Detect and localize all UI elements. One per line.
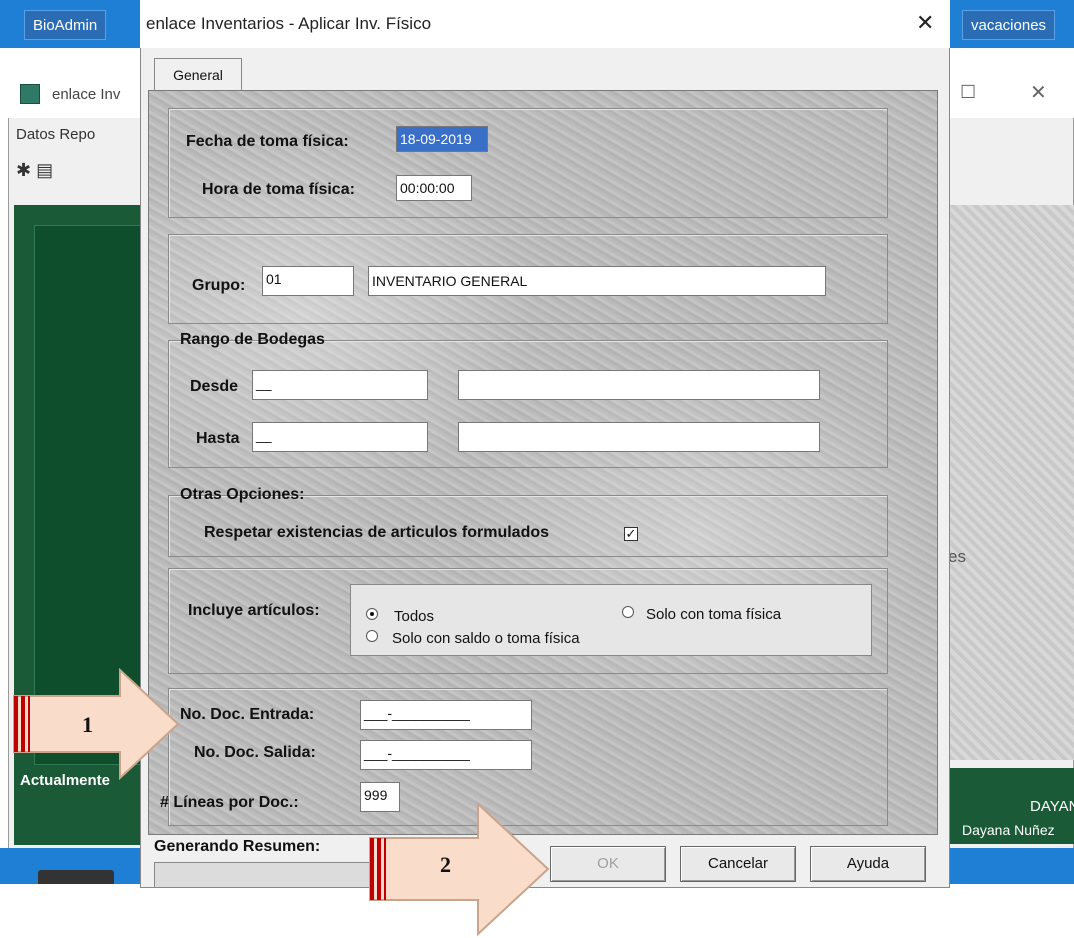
radio-solo-toma[interactable] — [622, 606, 634, 618]
hora-label: Hora de toma física: — [202, 181, 355, 198]
ok-button[interactable]: OK — [550, 846, 666, 882]
desde-input[interactable]: __ — [252, 370, 428, 400]
radio-saldo-toma-label[interactable]: Solo con saldo o toma física — [392, 630, 580, 647]
callout-arrow-1 — [13, 668, 180, 780]
grupo-label: Grupo: — [192, 277, 246, 294]
background-menu-bar[interactable]: Datos Repo — [16, 126, 95, 143]
radio-saldo-toma[interactable] — [366, 630, 378, 642]
desde-label: Desde — [190, 378, 239, 395]
app-icon — [20, 84, 40, 104]
bodegas-title: Rango de Bodegas — [180, 331, 325, 348]
respetar-label: Respetar existencias de articulos formul… — [204, 524, 550, 541]
background-toolbar[interactable]: ✱ ▤ — [16, 160, 53, 181]
grupo-name-field: INVENTARIO GENERAL — [368, 266, 826, 296]
desde-name-field — [458, 370, 820, 400]
hasta-label: Hasta — [196, 430, 240, 447]
toolbar-icon[interactable]: ▤ — [36, 160, 53, 180]
doc-salida-input[interactable]: ___-__________ — [360, 740, 532, 770]
doc-entrada-input[interactable]: ___-__________ — [360, 700, 532, 730]
incluye-label: Incluye artículos: — [188, 602, 320, 619]
help-button[interactable]: Ayuda — [810, 846, 926, 882]
radio-solo-toma-label[interactable]: Solo con toma física — [646, 606, 781, 623]
fecha-input[interactable]: 18-09-2019 — [396, 126, 488, 152]
cancel-button[interactable]: Cancelar — [680, 846, 796, 882]
fecha-hora-panel — [168, 108, 888, 218]
hasta-name-field — [458, 422, 820, 452]
hasta-input[interactable]: __ — [252, 422, 428, 452]
taskbar-app-icon[interactable] — [38, 870, 114, 884]
callout-number-2: 2 — [440, 852, 451, 877]
user-short-name: DAYANA — [1030, 798, 1074, 815]
taskbar-item-bioadmin[interactable]: BioAdmin — [24, 10, 107, 40]
otras-opciones-title: Otras Opciones: — [180, 486, 305, 503]
radio-todos[interactable] — [366, 608, 378, 620]
ok-button-label: OK — [597, 855, 619, 872]
fecha-label: Fecha de toma física: — [186, 133, 349, 150]
grupo-code-input[interactable]: 01 — [262, 266, 354, 296]
user-full-name: Dayana Nuñez — [962, 822, 1055, 838]
toolbar-icon[interactable]: ✱ — [16, 160, 31, 180]
background-close-icon[interactable]: ✕ — [1030, 80, 1047, 105]
cancel-button-label: Cancelar — [707, 855, 769, 872]
help-button-label: Ayuda — [846, 855, 890, 872]
background-text-fragment: es — [948, 547, 966, 566]
taskbar-item-vacaciones[interactable]: vacaciones — [962, 10, 1056, 40]
lineas-label: # Líneas por Doc.: — [160, 794, 299, 811]
close-icon[interactable]: ✕ — [916, 10, 934, 36]
hora-input[interactable]: 00:00:00 — [396, 175, 472, 201]
callout-arrow-2 — [369, 802, 550, 936]
maximize-icon[interactable]: ☐ — [960, 82, 976, 103]
background-window-title: enlace Inv — [52, 86, 121, 103]
doc-entrada-label: No. Doc. Entrada: — [180, 706, 315, 723]
status-progress-box — [154, 862, 394, 888]
radio-todos-label[interactable]: Todos — [394, 608, 434, 625]
tab-general[interactable]: General — [154, 58, 242, 92]
doc-salida-label: No. Doc. Salida: — [194, 744, 316, 761]
background-texture — [950, 205, 1074, 760]
callout-number-1: 1 — [82, 712, 93, 737]
status-label: Generando Resumen: — [154, 838, 321, 855]
respetar-checkbox[interactable]: ✓ — [624, 527, 638, 541]
dialog-title: enlace Inventarios - Aplicar Inv. Físico — [146, 14, 432, 33]
